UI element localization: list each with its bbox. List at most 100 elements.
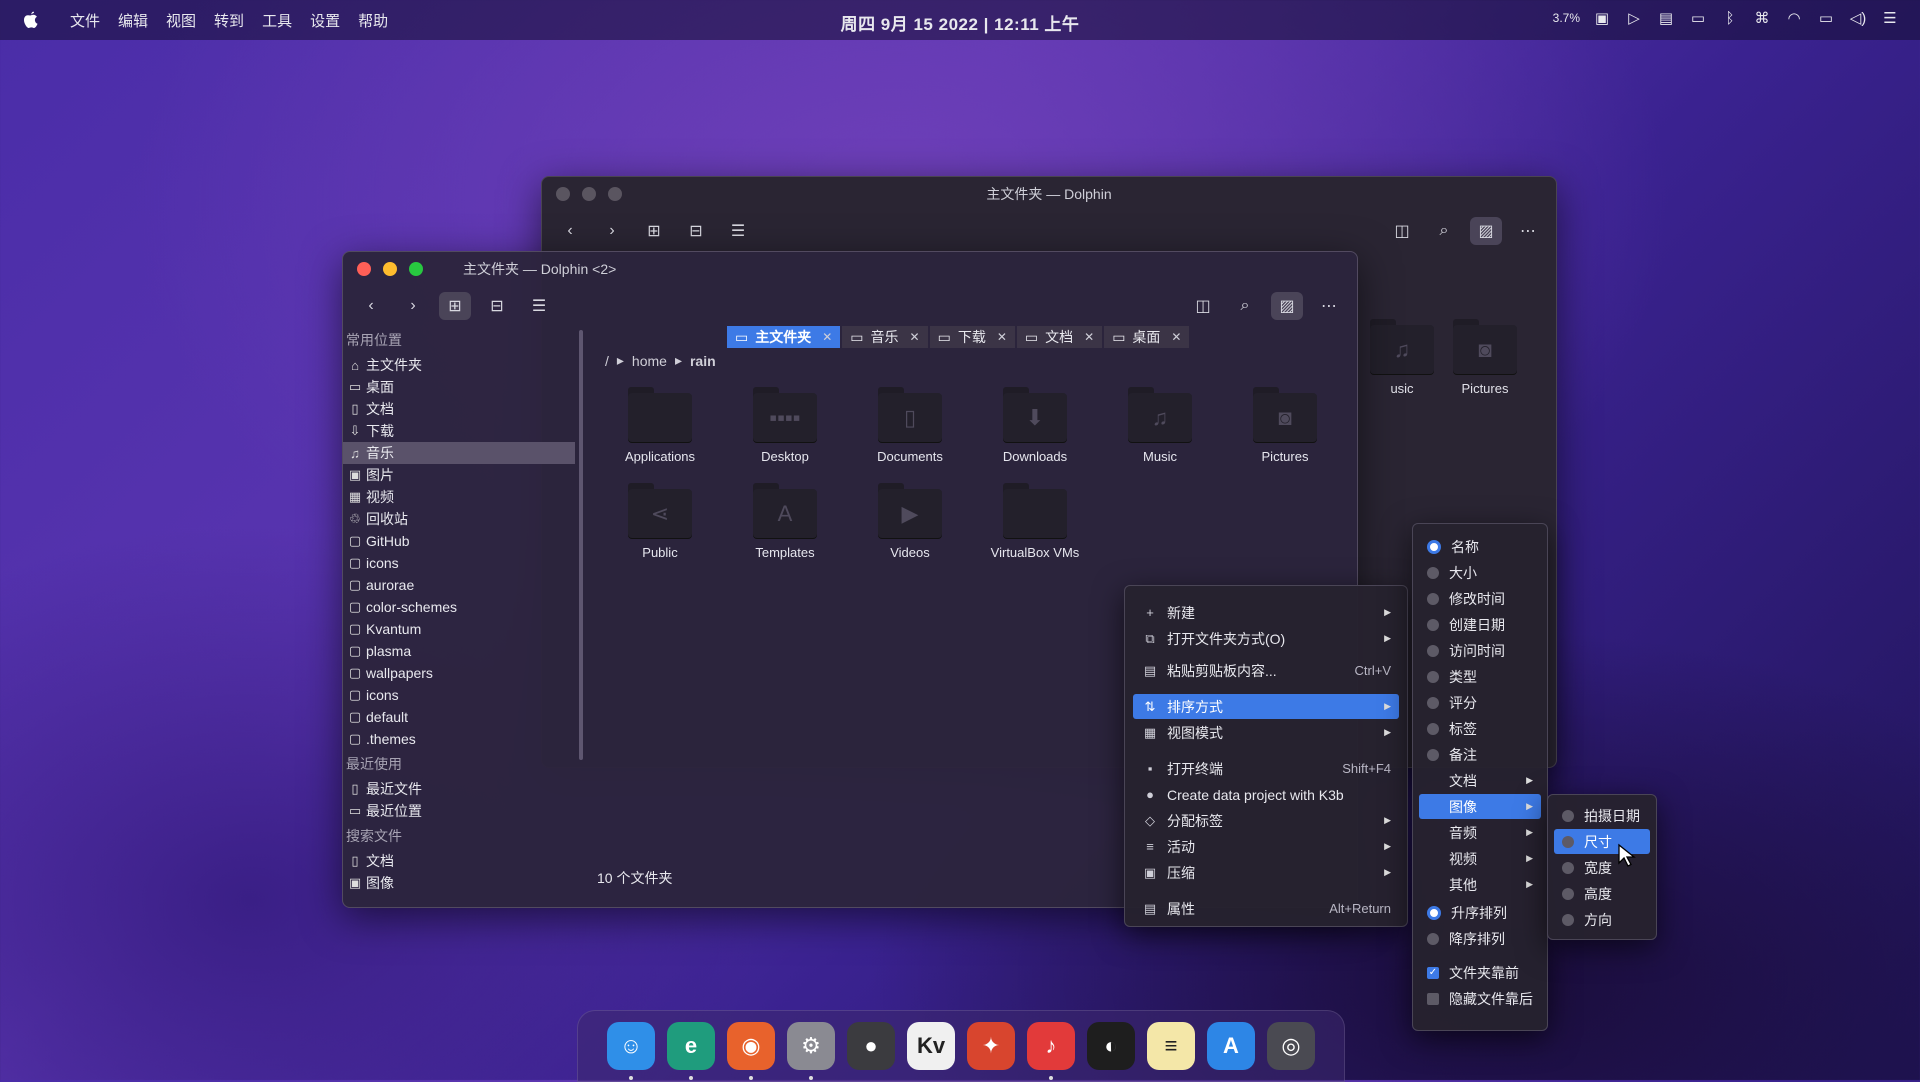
sort-option[interactable]: 大小 [1419, 560, 1541, 585]
sidebar-item[interactable]: ▭ 桌面 [343, 376, 575, 398]
menu-item-1[interactable]: 编辑 [118, 10, 148, 31]
more-options-icon[interactable]: ⋯ [1512, 217, 1544, 245]
close-button[interactable] [357, 262, 371, 276]
menu-item-5[interactable]: 设置 [310, 10, 340, 31]
compass-icon[interactable]: ✦ [967, 1022, 1015, 1070]
sort-option[interactable]: 音频 ▶ [1419, 820, 1541, 845]
volume-icon[interactable]: ◁) [1848, 8, 1868, 28]
compact-view-icon[interactable]: ⊟ [481, 292, 513, 320]
forward-icon[interactable]: › [596, 217, 628, 245]
bluetooth-icon[interactable]: ᛒ [1720, 8, 1740, 28]
tab-item[interactable]: ▭ 文档 ✕ [1016, 326, 1103, 348]
sort-option[interactable]: 备注 [1419, 742, 1541, 767]
sidebar-item[interactable]: ▯ 最近文件 [343, 778, 575, 800]
edge-dev-icon[interactable]: e [667, 1022, 715, 1080]
checkbox[interactable] [1427, 992, 1439, 1005]
menu-item[interactable]: ▣ 压缩 ▶ [1133, 860, 1399, 885]
sidebar-scrollbar[interactable] [579, 330, 583, 760]
sidebar-item[interactable]: ▢ icons [343, 684, 575, 706]
list-item[interactable]: VirtualBox VMs [980, 483, 1090, 560]
sidebar-item[interactable]: ▢ wallpapers [343, 662, 575, 684]
sort-option[interactable]: 创建日期 [1419, 612, 1541, 637]
menu-item[interactable]: ⧉ 打开文件夹方式(O) ▶ [1133, 626, 1399, 651]
sidebar-item[interactable]: ▢ plasma [343, 640, 575, 662]
menu-item-4[interactable]: 工具 [262, 10, 292, 31]
more-options-icon[interactable]: ⋯ [1313, 292, 1345, 320]
radio-button[interactable] [1427, 592, 1439, 605]
list-item[interactable]: Applications [605, 387, 715, 464]
kvantum-icon[interactable]: Kv [907, 1022, 955, 1070]
radio-button[interactable] [1427, 748, 1439, 761]
radio-button[interactable] [1427, 566, 1439, 579]
preview-icon[interactable]: ▨ [1271, 292, 1303, 320]
sort-option[interactable]: 标签 [1419, 716, 1541, 741]
sidebar-item[interactable]: ♫ 音乐 [343, 442, 575, 464]
sidebar-item[interactable]: ▯ 文档 [343, 398, 575, 420]
search-icon[interactable]: ⌕ [1428, 217, 1460, 245]
breadcrumb-root[interactable]: / [605, 353, 609, 369]
sort-option[interactable]: 名称 [1419, 534, 1541, 559]
sort-option[interactable]: 其他 ▶ [1419, 872, 1541, 897]
back-icon[interactable]: ‹ [554, 217, 586, 245]
radio-button[interactable] [1427, 696, 1439, 709]
close-tab-icon[interactable]: ✕ [1084, 330, 1094, 344]
menu-item-0[interactable]: 文件 [70, 10, 100, 31]
search-icon[interactable]: ⌕ [1229, 292, 1261, 320]
sort-option[interactable]: 访问时间 [1419, 638, 1541, 663]
sort-option[interactable]: ✓ 文件夹靠前 [1419, 960, 1541, 985]
sidebar-item[interactable]: ▢ GitHub [343, 530, 575, 552]
sidebar-item[interactable]: ▢ aurorae [343, 574, 575, 596]
sidebar-item[interactable]: ▢ default [343, 706, 575, 728]
image-sort-option[interactable]: 高度 [1554, 881, 1650, 906]
menu-item[interactable]: ▦ 视图模式 ▶ [1133, 720, 1399, 745]
sidebar-item[interactable]: ⌂ 主文件夹 [343, 354, 575, 376]
wifi-icon[interactable]: ◠ [1784, 8, 1804, 28]
close-tab-icon[interactable]: ✕ [822, 330, 832, 344]
screenshot-icon[interactable]: ◎ [1267, 1022, 1315, 1070]
list-item[interactable]: ◙ Pictures [1430, 319, 1540, 396]
list-item[interactable]: ⬇ Downloads [980, 387, 1090, 464]
forward-icon[interactable]: › [397, 292, 429, 320]
sidebar-item[interactable]: ▣ 图片 [343, 464, 575, 486]
system-settings-icon[interactable]: ⚙ [787, 1022, 835, 1080]
tab-item[interactable]: ▭ 桌面 ✕ [1104, 326, 1190, 348]
menu-item[interactable]: ◇ 分配标签 ▶ [1133, 808, 1399, 833]
radio-button[interactable] [1562, 835, 1574, 848]
checkbox[interactable]: ✓ [1427, 966, 1439, 979]
menu-item[interactable]: ● Create data project with K3b [1133, 782, 1399, 807]
compact-view-icon[interactable]: ⊟ [680, 217, 712, 245]
minimize-button[interactable] [383, 262, 397, 276]
titlebar[interactable]: 主文件夹 — Dolphin [542, 177, 1556, 211]
sort-option[interactable]: 升序排列 [1419, 900, 1541, 925]
radio-button[interactable] [1427, 670, 1439, 683]
menu-item[interactable]: ▪ 打开终端 Shift+F4 [1133, 756, 1399, 781]
list-item[interactable]: ♫ Music [1105, 387, 1215, 464]
list-item[interactable]: A Templates [730, 483, 840, 560]
firefox-icon[interactable]: ◉ [727, 1022, 775, 1080]
clipboard-icon[interactable]: ▤ [1656, 8, 1676, 28]
github-icon[interactable]: ● [847, 1022, 895, 1070]
command-icon[interactable]: ⌘ [1752, 8, 1772, 28]
radio-button[interactable] [1427, 932, 1439, 945]
sort-option[interactable]: 评分 [1419, 690, 1541, 715]
sort-option[interactable]: 视频 ▶ [1419, 846, 1541, 871]
display-icon[interactable]: ▭ [1816, 8, 1836, 28]
details-view-icon[interactable]: ☰ [722, 217, 754, 245]
list-item[interactable]: ◙ Pictures [1230, 387, 1340, 464]
sidebar-item[interactable]: ▢ .themes [343, 728, 575, 750]
sort-option[interactable]: 类型 [1419, 664, 1541, 689]
tab-item[interactable]: ▭ 主文件夹 ✕ [727, 326, 841, 348]
close-tab-icon[interactable]: ✕ [910, 330, 920, 344]
close-tab-icon[interactable]: ✕ [997, 330, 1007, 344]
preview-icon[interactable]: ▨ [1470, 217, 1502, 245]
menu-item[interactable]: + 新建 ▶ [1133, 600, 1399, 625]
image-sort-option[interactable]: 方向 [1554, 907, 1650, 932]
list-item[interactable]: ▪▪▪▪ Desktop [730, 387, 840, 464]
sidebar-item[interactable]: ♲ 回收站 [343, 508, 575, 530]
radio-button[interactable] [1427, 539, 1441, 554]
back-icon[interactable]: ‹ [355, 292, 387, 320]
sidebar-item[interactable]: ▢ color-schemes [343, 596, 575, 618]
sort-option[interactable]: 修改时间 [1419, 586, 1541, 611]
sidebar-item[interactable]: ▯ 文档 [343, 850, 575, 872]
radio-button[interactable] [1427, 722, 1439, 735]
